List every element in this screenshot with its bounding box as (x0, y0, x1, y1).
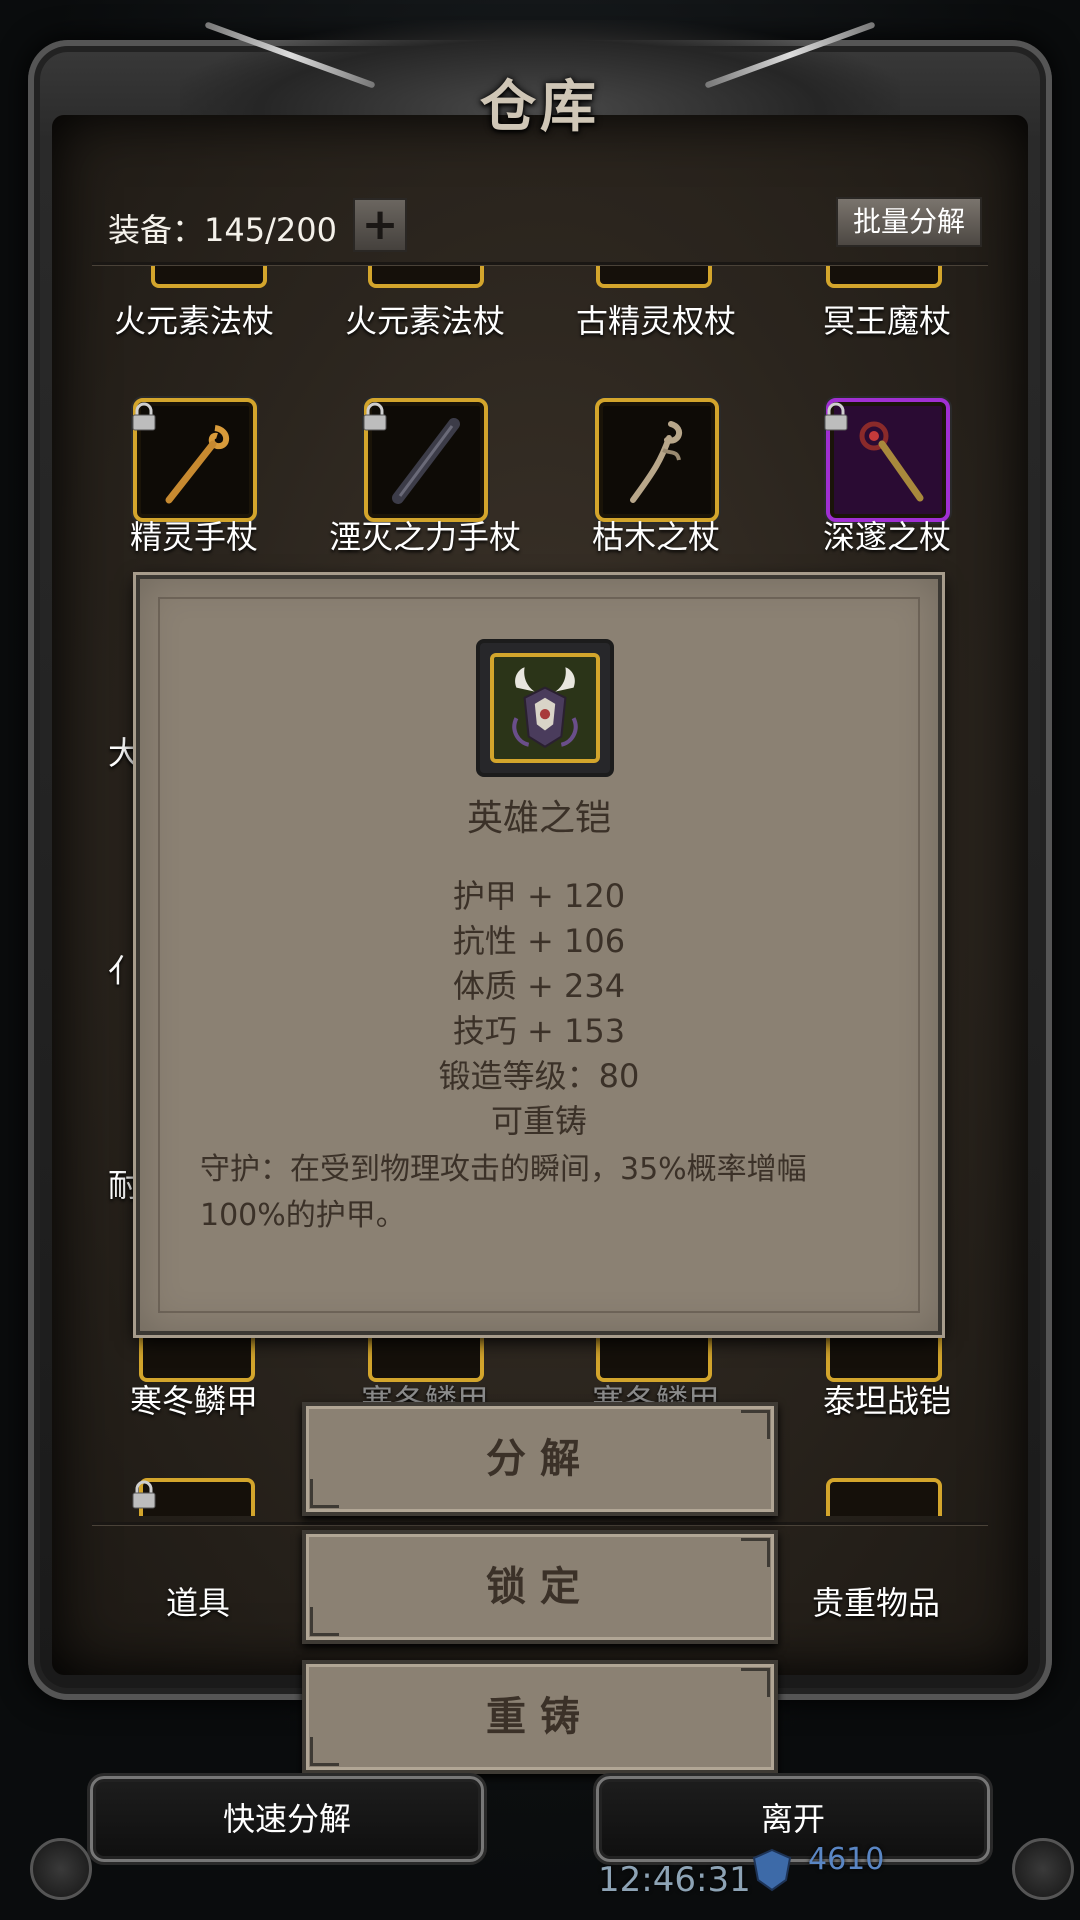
item-slot[interactable] (826, 1478, 942, 1516)
plus-circle-icon[interactable] (1012, 1838, 1074, 1900)
divider (92, 1522, 988, 1525)
item-icon-heroic-armor (490, 653, 600, 763)
item-slot[interactable] (151, 266, 267, 288)
gear-icon[interactable] (30, 1838, 92, 1900)
item-slot[interactable] (826, 266, 942, 288)
item-slot[interactable] (596, 266, 712, 288)
item-label: 寒冬鳞甲 (129, 1382, 258, 1420)
staff-icon (630, 421, 683, 503)
divider (92, 262, 988, 265)
stat-armor: 护甲 + 120 (452, 877, 626, 915)
stat-resistance: 抗性 + 106 (452, 922, 626, 960)
stat-skill: 技巧 + 153 (452, 1012, 626, 1050)
decompose-button[interactable]: 分解 (302, 1402, 778, 1516)
bulk-decompose-button[interactable]: 批量分解 (836, 197, 982, 247)
lock-button[interactable]: 锁定 (302, 1530, 778, 1644)
item-name: 英雄之铠 (466, 798, 611, 839)
item-slot-withered-staff[interactable] (595, 398, 719, 522)
item-description: 守护：在受到物理攻击的瞬间，35%概率增幅100%的护甲。 (200, 1152, 807, 1233)
item-label: 火元素法杖 (113, 302, 274, 340)
tab-props[interactable]: 道具 (166, 1578, 230, 1624)
expand-capacity-button[interactable]: + (353, 198, 407, 252)
item-tooltip: 英雄之铠 护甲 + 120 抗性 + 106 体质 + 234 技巧 + 153… (136, 575, 942, 1335)
item-label: 湮灭之力手杖 (328, 518, 521, 556)
quick-decompose-button[interactable]: 快速分解 (90, 1776, 484, 1862)
item-slot[interactable] (368, 266, 484, 288)
equip-count: 装备：145/200 (108, 211, 337, 249)
staff-icon (392, 418, 460, 504)
stat-constitution: 体质 + 234 (452, 967, 626, 1005)
item-label: 精灵手杖 (129, 518, 258, 556)
recast-button[interactable]: 重铸 (302, 1660, 778, 1774)
armor-icon (512, 667, 578, 748)
item-label: 枯木之杖 (591, 518, 720, 556)
lock-icon (363, 402, 387, 431)
lock-icon (132, 402, 156, 431)
item-label: 火元素法杖 (344, 302, 505, 340)
lock-icon (824, 402, 848, 431)
tab-valuables[interactable]: 贵重物品 (812, 1578, 940, 1624)
shield-gem-icon (752, 1848, 792, 1892)
item-label: 泰坦战铠 (822, 1382, 951, 1420)
item-label: 深邃之杖 (822, 518, 951, 556)
clock: 12:46:31 (598, 1860, 751, 1900)
item-icon-frame (476, 639, 614, 777)
page-title: 仓库 (480, 74, 600, 140)
item-label: 冥王魔杖 (822, 302, 951, 340)
staff-icon (165, 425, 230, 504)
stat-recastable: 可重铸 (490, 1102, 587, 1140)
gem-count: 4610 (808, 1842, 885, 1877)
item-label: 古精灵权杖 (575, 302, 736, 340)
lock-icon (132, 1480, 156, 1509)
stat-forge-level: 锻造等级：80 (438, 1057, 640, 1095)
staff-icon (859, 421, 924, 502)
